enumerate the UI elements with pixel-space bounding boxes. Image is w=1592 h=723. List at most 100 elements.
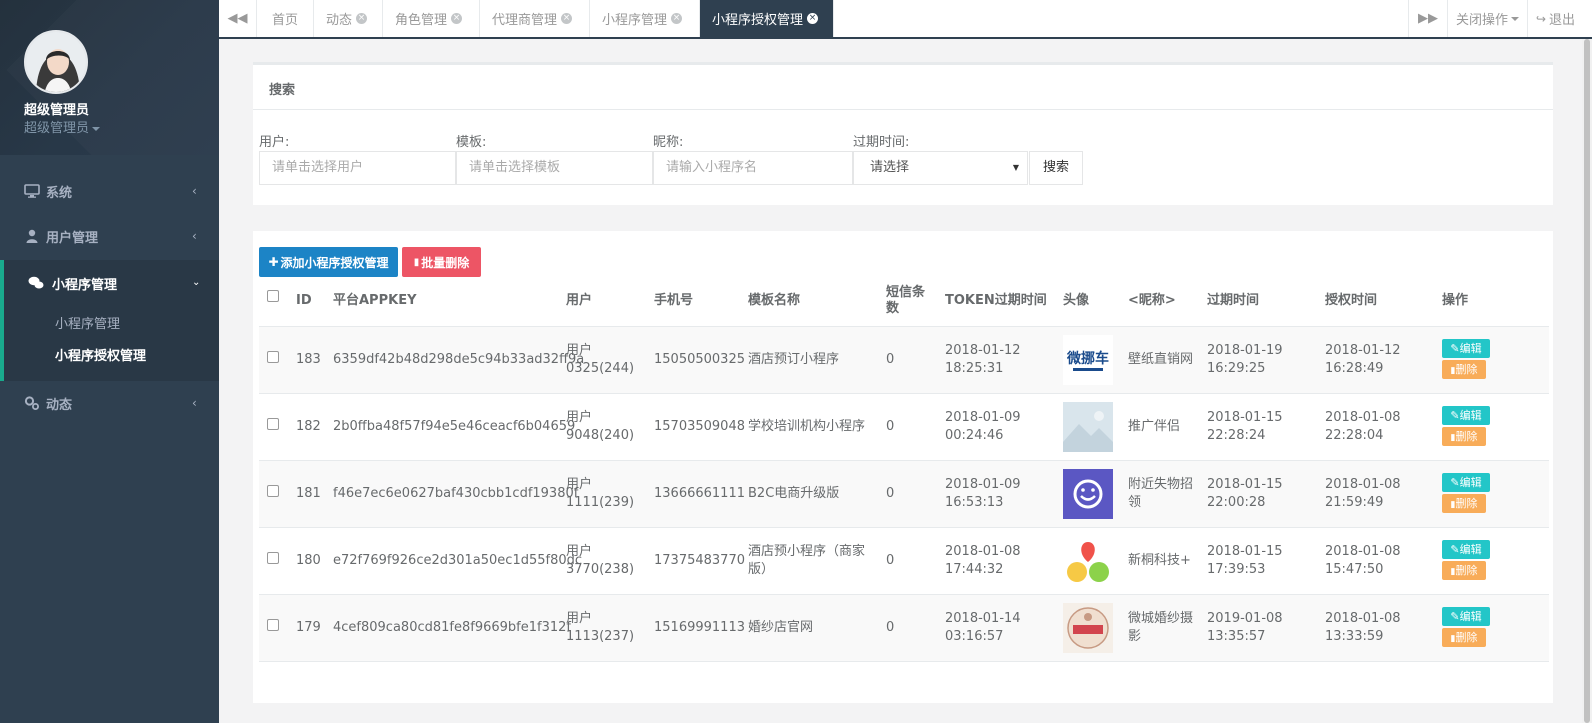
close-icon[interactable]: ×: [356, 13, 368, 24]
scroll-tabs-left-button[interactable]: ◀◀: [219, 0, 257, 37]
tab-miniprogram-auth[interactable]: 小程序授权管理 ×: [700, 0, 834, 37]
col-id: ID: [296, 293, 312, 308]
nav-item-label: 系统: [46, 185, 73, 201]
row-checkbox[interactable]: [267, 619, 279, 631]
edit-button[interactable]: ✎编辑: [1442, 607, 1490, 626]
cell-token-date: 2018-01-09: [945, 477, 1021, 492]
close-operations-dropdown[interactable]: 关闭操作: [1448, 0, 1528, 37]
row-checkbox[interactable]: [267, 485, 279, 497]
user-select-input[interactable]: 请单击选择用户: [259, 151, 456, 185]
gears-icon: [24, 396, 39, 410]
chevron-down-icon: ⌄: [192, 277, 201, 288]
cell-id: 181: [296, 486, 321, 501]
monitor-icon: [24, 184, 40, 198]
divider: [253, 109, 1553, 110]
profile-block: 超级管理员 超级管理员: [0, 0, 219, 155]
col-phone: 手机号: [654, 293, 694, 308]
tab-dynamics[interactable]: 动态 ×: [314, 0, 383, 37]
cell-user-line2: 9048(240): [566, 428, 635, 443]
profile-role-dropdown[interactable]: 超级管理员: [24, 117, 101, 136]
edit-icon: ✎: [1450, 409, 1460, 422]
edit-button[interactable]: ✎编辑: [1442, 540, 1490, 559]
tab-home[interactable]: 首页: [257, 0, 314, 37]
cell-phone: 13666661111: [654, 486, 745, 501]
cell-nickname: 推广伴侣: [1128, 419, 1181, 434]
delete-button[interactable]: ▮删除: [1442, 360, 1486, 379]
edit-label: 编辑: [1459, 409, 1482, 422]
tab-miniprogram-management[interactable]: 小程序管理 ×: [590, 0, 700, 37]
close-icon[interactable]: ×: [807, 13, 819, 24]
cell-expire-date: 2018-01-15: [1207, 544, 1283, 559]
user-icon: [26, 229, 38, 243]
cell-user-line2: 1111(239): [566, 495, 635, 510]
delete-button[interactable]: ▮删除: [1442, 561, 1486, 580]
row-checkbox[interactable]: [267, 552, 279, 564]
tab-label: 小程序管理: [602, 13, 668, 28]
logout-button[interactable]: ↪ 退出: [1528, 0, 1583, 37]
profile-role-label: 超级管理员: [24, 121, 90, 136]
smile-logo-icon: [1063, 469, 1113, 519]
scroll-tabs-right-button[interactable]: ▶▶: [1408, 0, 1448, 37]
close-icon[interactable]: ×: [671, 13, 683, 24]
cell-auth-time: 15:47:50: [1325, 562, 1384, 577]
avatar-portrait-icon: [26, 32, 86, 92]
scrollbar-thumb[interactable]: [1584, 39, 1590, 723]
edit-icon: ✎: [1450, 342, 1460, 355]
cell-auth-time: 13:33:59: [1325, 629, 1384, 644]
cell-template: 酒店预小程序（商家版）: [748, 544, 866, 577]
cell-id: 180: [296, 553, 321, 568]
add-auth-button[interactable]: ✚ 添加小程序授权管理: [259, 247, 398, 277]
delete-button[interactable]: ▮删除: [1442, 494, 1486, 513]
select-all-checkbox[interactable]: [267, 290, 279, 302]
nav-item-dynamics[interactable]: 动态 ‹: [0, 381, 219, 425]
user-avatar[interactable]: [24, 30, 88, 94]
close-icon[interactable]: ×: [561, 13, 573, 24]
subnav-item-miniprogram-auth[interactable]: 小程序授权管理: [55, 345, 146, 364]
select-arrow-icon: ▼: [1012, 163, 1019, 172]
row-checkbox[interactable]: [267, 418, 279, 430]
tab-agent-management[interactable]: 代理商管理 ×: [480, 0, 590, 37]
edit-button[interactable]: ✎编辑: [1442, 339, 1490, 358]
subnav-item-miniprogram[interactable]: 小程序管理: [55, 313, 120, 332]
close-icon[interactable]: ×: [451, 13, 463, 24]
delete-button[interactable]: ▮删除: [1442, 628, 1486, 647]
delete-button[interactable]: ▮删除: [1442, 427, 1486, 446]
cell-id: 182: [296, 419, 321, 434]
delete-label: 删除: [1455, 631, 1478, 644]
cell-user-line1: 用户: [566, 544, 593, 559]
edit-label: 编辑: [1459, 543, 1482, 556]
tab-label: 角色管理: [395, 13, 448, 28]
caret-down-icon: [92, 126, 101, 131]
nickname-input[interactable]: 请输入小程序名: [653, 151, 853, 185]
edit-button[interactable]: ✎编辑: [1442, 406, 1490, 425]
nav-item-miniprogram-management[interactable]: 小程序管理 ⌄: [0, 261, 219, 305]
template-select-input[interactable]: 请单击选择模板: [456, 151, 653, 185]
edit-label: 编辑: [1459, 610, 1482, 623]
nav-item-user-management[interactable]: 用户管理 ‹: [0, 214, 219, 258]
cell-user-line1: 用户: [566, 410, 593, 425]
cell-user-line1: 用户: [566, 611, 593, 626]
placeholder-image-icon: [1063, 402, 1113, 452]
col-user: 用户: [566, 293, 593, 308]
col-appkey: 平台APPKEY: [333, 293, 417, 308]
cell-user-line2: 1113(237): [566, 629, 635, 644]
tab-role-management[interactable]: 角色管理 ×: [383, 0, 480, 37]
cell-expire-date: 2018-01-19: [1207, 343, 1283, 358]
search-button[interactable]: 搜索: [1029, 151, 1083, 185]
edit-icon: ✎: [1450, 476, 1460, 489]
cell-expire-time: 22:00:28: [1207, 495, 1266, 510]
cell-auth-time: 21:59:49: [1325, 495, 1384, 510]
row-checkbox[interactable]: [267, 351, 279, 363]
table-row: 180 e72f769f926ce2d301a50ec1d55f80dc 用户 …: [259, 528, 1549, 595]
col-template: 模板名称: [748, 293, 801, 308]
delete-label: 删除: [1455, 363, 1478, 376]
expire-time-select[interactable]: 请选择 ▼: [853, 151, 1028, 185]
cell-expire-time: 16:29:25: [1207, 361, 1266, 376]
nav-item-system[interactable]: 系统 ‹: [0, 169, 219, 213]
batch-delete-button[interactable]: ▮ 批量删除: [402, 247, 481, 277]
edit-button[interactable]: ✎编辑: [1442, 473, 1490, 492]
page-scrollbar[interactable]: [1582, 39, 1592, 723]
cell-template: B2C电商升级版: [748, 486, 840, 501]
table-row: 182 2b0ffba48f57f94e5e46ceacf6b04659 用户 …: [259, 394, 1549, 461]
col-auth-time: 授权时间: [1325, 293, 1378, 308]
